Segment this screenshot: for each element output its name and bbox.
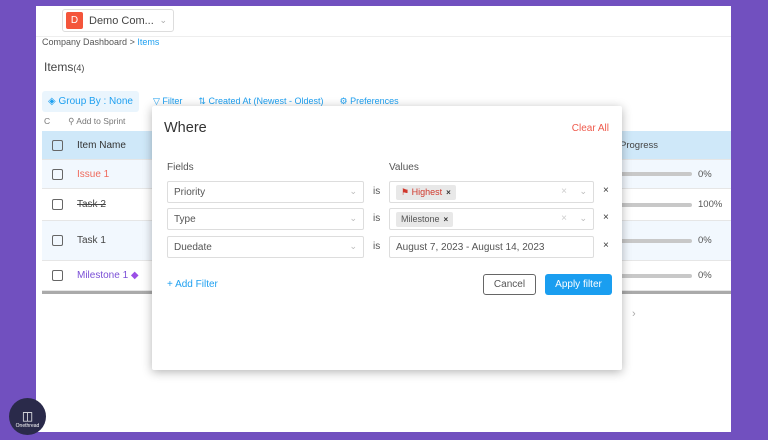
value-chip: Milestone × [396, 212, 454, 227]
progress-bar [620, 172, 692, 176]
progress: 0% [620, 169, 712, 180]
chevron-down-icon: ⌄ [159, 15, 167, 25]
values-label: Values [389, 162, 419, 173]
company-name: Demo Com... [89, 14, 154, 27]
clear-all-button[interactable]: Clear All [572, 123, 609, 134]
progress: 100% [620, 199, 722, 210]
value-select[interactable]: Milestone × × ⌄ [389, 208, 594, 230]
select-all-checkbox[interactable] [52, 139, 63, 151]
chevron-down-icon: ⌄ [349, 213, 357, 223]
add-filter-button[interactable]: + Add Filter [167, 279, 218, 290]
modal-title: Where [164, 120, 207, 136]
clear-icon[interactable]: × [561, 186, 567, 197]
field-select[interactable]: Duedate ⌄ [167, 236, 364, 258]
remove-filter-icon[interactable]: × [603, 240, 609, 251]
breadcrumb: Company Dashboard > Items [42, 37, 159, 47]
next-page-icon[interactable]: › [632, 308, 636, 320]
filter-icon: ▽ [152, 95, 160, 106]
row-checkbox[interactable] [52, 199, 63, 210]
sprint-icon: ⚲ [68, 116, 75, 126]
filter-row: Priority ⌄ is ⚑ Highest × × ⌄ × [167, 181, 613, 203]
value-chip: ⚑ Highest × [396, 185, 456, 200]
milestone-diamond-icon: ◆ [130, 270, 139, 281]
add-to-sprint-button[interactable]: ⚲ Add to Sprint [68, 116, 125, 127]
group-by-button[interactable]: ◈ Group By : None [42, 90, 139, 112]
sort-button[interactable]: ⇅ Created At (Newest - Oldest) [198, 96, 323, 107]
operator-label: is [373, 213, 381, 224]
brand-icon: ◫ [21, 409, 34, 423]
row-checkbox[interactable] [52, 235, 63, 246]
page-title: Items(4) [44, 60, 85, 74]
remove-chip-icon[interactable]: × [446, 188, 451, 197]
operator-label: is [373, 241, 381, 252]
flag-icon: ⚑ [401, 187, 410, 197]
field-select[interactable]: Priority ⌄ [167, 181, 364, 203]
value-select[interactable]: ⚑ Highest × × ⌄ [389, 181, 594, 203]
refresh-icon[interactable]: C [44, 116, 50, 127]
operator-label: is [373, 186, 381, 197]
filter-row: Duedate ⌄ is August 7, 2023 - August 14, … [167, 236, 613, 258]
chevron-down-icon: ⌄ [349, 186, 357, 196]
filter-button[interactable]: ▽ Filter [153, 96, 182, 107]
breadcrumb-current[interactable]: Items [137, 37, 159, 47]
apply-filter-button[interactable]: Apply filter [545, 274, 612, 295]
filter-row: Type ⌄ is Milestone × × ⌄ × [167, 208, 613, 230]
breadcrumb-parent[interactable]: Company Dashboard [42, 37, 127, 47]
chevron-down-icon: ⌄ [579, 186, 587, 196]
preferences-button[interactable]: ⚙ Preferences [340, 96, 399, 107]
progress: 0% [620, 270, 712, 281]
sort-icon: ⇅ [198, 95, 206, 106]
company-logo: D [66, 12, 83, 29]
company-switcher[interactable]: D Demo Com... ⌄ [62, 9, 174, 32]
column-progress[interactable]: Progress [620, 140, 658, 151]
remove-chip-icon[interactable]: × [444, 215, 449, 224]
remove-filter-icon[interactable]: × [603, 185, 609, 196]
progress-bar [620, 273, 692, 278]
row-checkbox[interactable] [52, 168, 63, 180]
progress-bar [620, 238, 692, 243]
clear-icon[interactable]: × [561, 213, 567, 224]
item-count: (4) [73, 63, 85, 73]
remove-filter-icon[interactable]: × [603, 212, 609, 223]
table-actions: C ⚲ Add to Sprint [44, 116, 125, 127]
onethread-logo: ◫ Onethread [9, 398, 46, 435]
field-select[interactable]: Type ⌄ [167, 208, 364, 230]
progress-bar [620, 202, 692, 207]
cancel-button[interactable]: Cancel [483, 274, 536, 295]
filter-modal: Where Clear All Fields Values Priority ⌄ … [152, 106, 622, 370]
progress: 0% [620, 235, 712, 246]
chevron-down-icon: ⌄ [349, 241, 357, 251]
chevron-down-icon: ⌄ [579, 213, 587, 223]
date-range-input[interactable]: August 7, 2023 - August 14, 2023 [389, 236, 594, 258]
fields-label: Fields [167, 162, 194, 173]
row-checkbox[interactable] [52, 270, 63, 281]
gear-icon: ⚙ [339, 95, 348, 106]
breadcrumb-separator: > [129, 37, 135, 47]
